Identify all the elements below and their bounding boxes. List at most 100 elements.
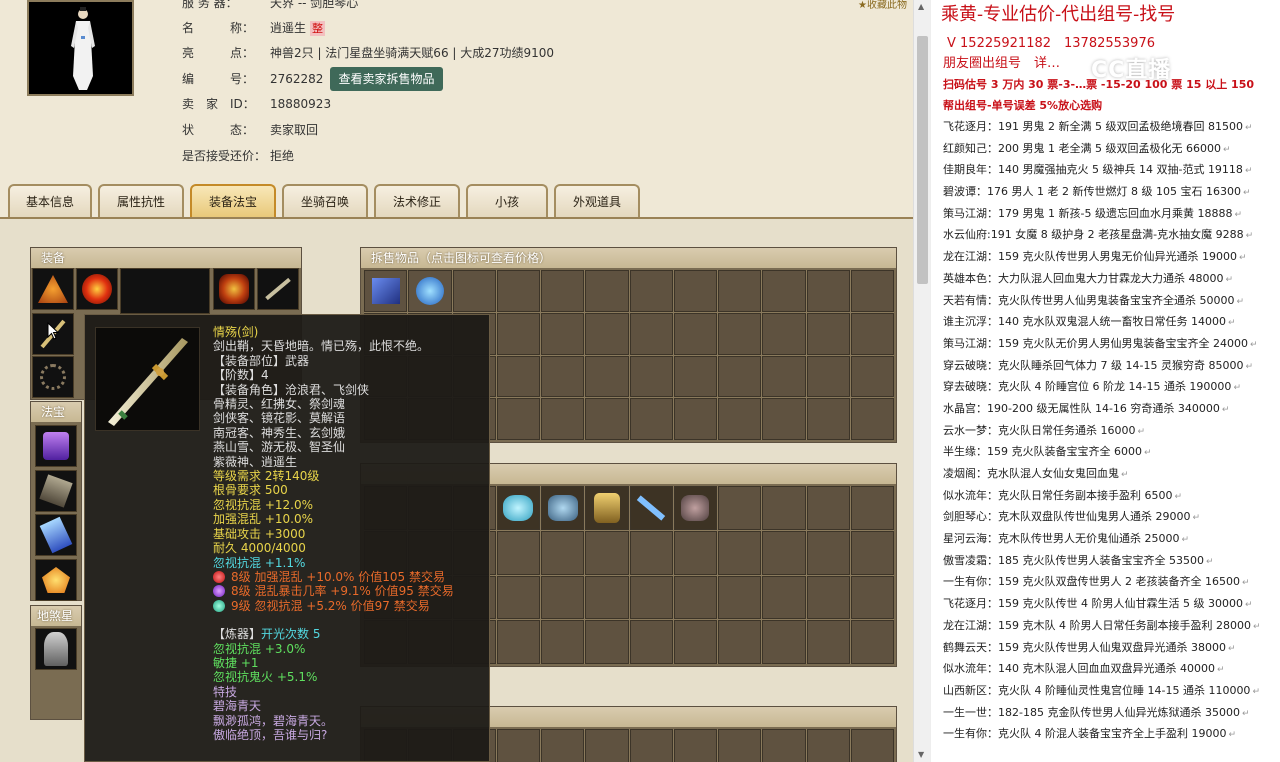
equip-slot-shoes[interactable] <box>32 356 74 398</box>
grid-cell <box>629 270 673 312</box>
pet-item-4[interactable] <box>629 486 673 530</box>
list-item-text: 龙在江湖：159 克木队 4 阶男人日常任务副本接手盈利 28000 <box>943 618 1251 632</box>
list-item-text: 凌烟阁：克水队混人女仙女鬼回血鬼 <box>943 467 1119 480</box>
grid-cell <box>673 620 717 664</box>
equip-slot-armor[interactable] <box>213 268 255 310</box>
server-row: 服 务 器： 天界 -- 剑胆琴心 <box>182 0 358 14</box>
bargain-row: 是否接受还价： 拒绝 <box>182 145 294 167</box>
grid-cell <box>673 575 717 620</box>
tooltip-req-bone: 根骨要求 500 <box>213 483 288 498</box>
list-item: 星河云海：克木队传世男人无价鬼仙通杀 25000 ↵ <box>943 532 1190 546</box>
sale-item-1[interactable] <box>364 270 408 312</box>
grid-cell <box>496 355 540 398</box>
tab-mounts-pets[interactable]: 坐骑召唤兽 <box>282 184 368 241</box>
grid-cell <box>452 270 496 312</box>
app-window: 服 务 器： 天界 -- 剑胆琴心 名 称： 逍遥生 整 亮 点： 神兽2只 |… <box>0 0 1280 762</box>
grid-cell <box>850 398 894 440</box>
list-item-text: 谁主沉浮：140 克水队双鬼混人统一畜牧日常任务 14000 <box>943 315 1226 329</box>
list-item-text: 一生一世：182-185 克金队传世男人仙异光炼狱通杀 35000 <box>943 705 1240 719</box>
grid-cell <box>673 530 717 575</box>
friend-circle-note: 朋友圈出组号 详… <box>943 56 1061 71</box>
grid-cell <box>541 270 585 312</box>
tooltip-forge-count: 开光次数 5 <box>261 627 321 642</box>
list-item-text: 飞花逐月：159 克火队传世 4 阶男人仙甘霖生活 5 级 30000 <box>943 597 1243 611</box>
grid-cell <box>718 729 762 762</box>
treasure-slot-1[interactable] <box>35 425 77 467</box>
tab-attributes[interactable]: 属性抗性 <box>98 184 184 218</box>
highlight-value: 神兽2只 | 法门星盘坐骑满天赋66 | 大成27功绩9100 <box>270 46 555 60</box>
favorite-link[interactable]: ★收藏此物 <box>858 0 907 11</box>
equip-slot-figure <box>120 268 210 314</box>
list-item: 似水流年：克火队日常任务副本接手盈利 6500 ↵ <box>943 488 1183 502</box>
tab-children[interactable]: 小孩 <box>466 184 548 218</box>
grid-cell <box>806 530 850 575</box>
treasure-slot-2[interactable] <box>35 470 77 512</box>
pet-item-1[interactable] <box>496 486 540 530</box>
scroll-down-icon[interactable]: ▼ <box>918 750 924 759</box>
tooltip-req-level: 等级需求 2转140级 <box>213 469 320 484</box>
list-item-text: 傲雪凌霜：185 克火队传世男人装备宝宝齐全 53500 <box>943 553 1204 567</box>
list-item-text: 红颜知己：200 男鬼 1 老全满 5 级双回孟极化无 66000 <box>943 141 1221 155</box>
detail-tabs: 基本信息 属性抗性 装备法宝 坐骑召唤兽 法术修正 小孩 外观道具 <box>8 184 640 241</box>
tooltip-stat-4: 耐久 4000/4000 <box>213 541 306 556</box>
tooltip-skill-name: 碧海青天 <box>213 699 262 714</box>
page-scrollbar[interactable]: ▲ ▼ <box>913 0 930 762</box>
tab-appearance[interactable]: 外观道具 <box>554 184 640 218</box>
equip-slot-helmet[interactable] <box>32 268 74 310</box>
pet-item-2[interactable] <box>541 486 585 530</box>
grid-cell <box>806 620 850 664</box>
grid-cell <box>850 530 894 575</box>
view-seller-items-button[interactable]: 查看卖家拆售物品 <box>330 67 443 91</box>
grid-cell <box>850 729 894 762</box>
treasure-slot-4[interactable] <box>35 559 77 601</box>
id-row: 编 号： 2762282 <box>182 68 323 90</box>
list-item-text: 龙在江湖：159 克火队传世男人男鬼无价仙异光通杀 19000 <box>943 250 1237 264</box>
pet-item-5[interactable] <box>673 486 717 530</box>
grid-cell <box>806 729 850 762</box>
grid-cell <box>496 575 540 620</box>
name-label: 名 称： <box>182 21 255 35</box>
account-price-list: 飞花逐月：191 男鬼 2 新全满 5 级双回孟极绝境春回 81500 ↵ 红颜知… <box>943 116 1261 745</box>
treasure-slot-3[interactable] <box>35 514 77 556</box>
red-gem-icon <box>213 570 225 583</box>
earth-treasure-slot[interactable] <box>35 628 77 670</box>
sale-item-2[interactable] <box>408 270 452 312</box>
grid-cell <box>541 398 585 440</box>
tab-spell-mods[interactable]: 法术修正 <box>374 184 460 218</box>
scroll-thumb[interactable] <box>917 36 928 284</box>
equip-slot-necklace[interactable] <box>76 268 118 310</box>
list-item: 水云仙府:191 女魔 8 级护身 2 老孩星盘满-克水抽女魔 9288 ↵ <box>943 228 1254 242</box>
grid-cell <box>673 355 717 398</box>
favorite-icon: ★ <box>858 0 867 11</box>
grid-cell <box>673 398 717 440</box>
list-item: 山西新区：克火队 4 阶睡仙灵性鬼宫位睡 14-15 通杀 110000 ↵ <box>943 683 1260 697</box>
scroll-up-icon[interactable]: ▲ <box>918 2 924 11</box>
tooltip-forge-1: 忽视抗混 +3.0% <box>213 641 306 656</box>
list-item: 云水一梦：克火队日常任务通杀 16000 ↵ <box>943 423 1146 437</box>
list-item-text: 水云仙府:191 女魔 8 级护身 2 老孩星盘满-克水抽女魔 9288 <box>943 228 1244 242</box>
grid-cell <box>541 620 585 664</box>
equip-slot-belt[interactable] <box>257 268 299 310</box>
tooltip-stat-1: 忽视抗混 +12.0% <box>213 497 313 512</box>
grid-cell <box>673 312 717 355</box>
list-item: 飞花逐月：191 男鬼 2 新全满 5 级双回孟极绝境春回 81500 ↵ <box>943 120 1253 133</box>
tooltip-part: 【装备部位】武器 <box>213 353 310 368</box>
list-item-text: 半生缘：159 克火队装备宝宝齐全 6000 <box>943 445 1142 459</box>
grid-cell <box>585 312 629 355</box>
grid-cell <box>541 530 585 575</box>
list-item-text: 云水一梦：克火队日常任务通杀 16000 <box>943 423 1136 437</box>
item-tooltip: 情殇(剑) 剑出鞘，天昏地暗。情已殇，此恨不绝。 【装备部位】武器 【阶数】4 … <box>84 314 490 762</box>
tooltip-roles-5: 燕山雪、游无极、智圣仙 <box>213 440 346 455</box>
grid-cell <box>496 270 540 312</box>
tab-basic-info[interactable]: 基本信息 <box>8 184 92 218</box>
grid-cell <box>762 486 806 530</box>
pet-item-3[interactable] <box>585 486 629 530</box>
list-item: 一生有你：159 克火队双盘传世男人 2 老孩装备齐全 16500 ↵ <box>943 575 1250 589</box>
grid-cell <box>806 312 850 355</box>
tooltip-roles-1: 【装备角色】沧浪君、飞剑侠 <box>213 382 370 397</box>
tab-equipment[interactable]: 装备法宝 <box>190 184 276 218</box>
grid-cell <box>629 729 673 762</box>
list-item-text: 天若有情：克火队传世男人仙男鬼装备宝宝齐全通杀 50000 <box>943 293 1235 307</box>
server-value: 天界 -- 剑胆琴心 <box>270 0 359 10</box>
grid-cell <box>673 270 717 312</box>
